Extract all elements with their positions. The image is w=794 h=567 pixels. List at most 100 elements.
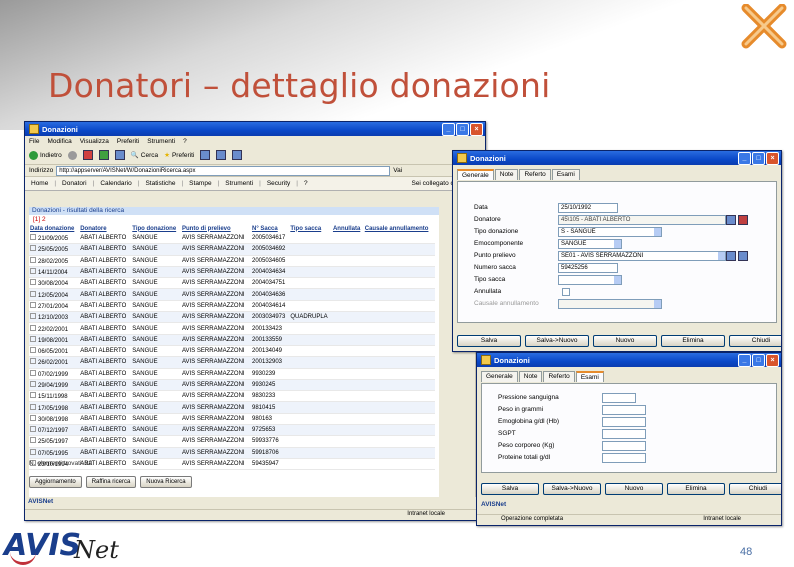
close-button[interactable]: × xyxy=(470,123,483,136)
sgpt-field[interactable] xyxy=(602,429,646,439)
close-button[interactable]: × xyxy=(766,354,779,367)
favorites-button[interactable]: ★ Preferiti xyxy=(164,151,194,160)
punto-prelievo-select[interactable]: SE01 - AVIS SERRAMAZZONI xyxy=(558,251,726,261)
maximize-button[interactable]: □ xyxy=(752,152,765,165)
open-donor-icon[interactable] xyxy=(726,215,736,225)
tab-note[interactable]: Note xyxy=(518,371,543,382)
table-row[interactable]: 12/10/2003 ABATI ALBERTO SANGUE AVIS SERRAM… xyxy=(29,311,435,324)
table-row[interactable]: 12/05/2004 ABATI ALBERTO SANGUE AVIS SERRAM… xyxy=(29,288,435,301)
menu-preferiti[interactable]: Preferiti xyxy=(117,138,139,145)
salva-button[interactable]: Salva xyxy=(457,335,521,347)
col-donatore[interactable]: Donatore xyxy=(79,224,131,233)
tab-referto[interactable]: Referto xyxy=(519,169,551,180)
aggiornamento-button[interactable]: Aggiornamento xyxy=(29,476,82,488)
row-select-icon[interactable] xyxy=(30,448,36,455)
back-button[interactable]: Indietro xyxy=(29,150,62,160)
menu-visualizza[interactable]: Visualizza xyxy=(80,138,109,145)
maximize-button[interactable]: □ xyxy=(752,354,765,367)
row-select-icon[interactable] xyxy=(30,313,36,320)
minimize-button[interactable]: _ xyxy=(442,123,455,136)
menu-modifica[interactable]: Modifica xyxy=(47,138,71,145)
row-select-icon[interactable] xyxy=(30,392,36,399)
table-row[interactable]: 30/08/2004 ABATI ALBERTO SANGUE AVIS SERRAM… xyxy=(29,277,435,290)
col-annullata[interactable]: Annullata xyxy=(332,224,364,233)
maximize-button[interactable]: □ xyxy=(456,123,469,136)
table-row[interactable]: 29/04/1999 ABATI ALBERTO SANGUE AVIS SERRAM… xyxy=(29,379,435,392)
menu-file[interactable]: File xyxy=(29,138,39,145)
row-select-icon[interactable] xyxy=(30,245,36,252)
row-select-icon[interactable] xyxy=(30,279,36,286)
peso-grammi-field[interactable] xyxy=(602,405,646,415)
salva-nuovo-button[interactable]: Salva->Nuovo xyxy=(525,335,589,347)
salva-nuovo-button[interactable]: Salva->Nuovo xyxy=(543,483,601,495)
history-icon[interactable] xyxy=(200,150,211,160)
nav-statistiche[interactable]: Statistiche xyxy=(145,180,175,187)
row-select-icon[interactable] xyxy=(30,381,36,387)
nav-calendario[interactable]: Calendario xyxy=(100,180,131,187)
table-row[interactable]: 07/12/1997 ABATI ALBERTO SANGUE AVIS SERRAM… xyxy=(29,424,435,437)
col-sacca[interactable]: N° Sacca xyxy=(251,224,289,233)
pdf-icon[interactable] xyxy=(738,215,748,225)
chiudi-button[interactable]: Chiudi xyxy=(729,335,781,347)
forward-button[interactable] xyxy=(67,150,77,160)
tab-generale[interactable]: Generale xyxy=(457,169,494,180)
row-select-icon[interactable] xyxy=(30,324,36,331)
raffina-ricerca-button[interactable]: Raffina ricerca xyxy=(85,476,137,488)
row-select-icon[interactable] xyxy=(30,335,36,342)
nav-home[interactable]: Home xyxy=(31,180,48,187)
stop-icon[interactable] xyxy=(82,150,93,160)
row-select-icon[interactable] xyxy=(30,301,36,308)
minimize-button[interactable]: _ xyxy=(738,354,751,367)
search-button[interactable]: 🔍 Cerca xyxy=(131,151,158,160)
row-select-icon[interactable] xyxy=(30,414,36,421)
menu-strumenti[interactable]: Strumenti xyxy=(147,138,175,145)
print-icon[interactable] xyxy=(232,150,243,160)
chiudi-button[interactable]: Chiudi xyxy=(729,483,781,495)
mail-icon[interactable] xyxy=(216,150,227,160)
table-row[interactable]: 17/05/1998 ABATI ALBERTO SANGUE AVIS SERRAM… xyxy=(29,401,435,414)
address-input[interactable]: http://appserver/AVISNet/W/DonazioniRice… xyxy=(56,165,391,176)
nuovo-button[interactable]: Nuovo xyxy=(593,335,657,347)
elimina-button[interactable]: Elimina xyxy=(667,483,725,495)
lookup-icon[interactable] xyxy=(726,251,736,261)
go-button[interactable]: Vai xyxy=(393,167,402,174)
tab-esami[interactable]: Esami xyxy=(551,169,580,180)
tab-generale[interactable]: Generale xyxy=(481,371,518,382)
data-field[interactable]: 25/10/1992 xyxy=(558,203,618,213)
table-row[interactable]: 28/02/2005 ABATI ALBERTO SANGUE AVIS SERRAM… xyxy=(29,255,435,267)
salva-button[interactable]: Salva xyxy=(481,483,539,495)
tipo-donazione-select[interactable]: S - SANGUE xyxy=(558,227,662,237)
table-row[interactable]: 30/08/1998 ABATI ALBERTO SANGUE AVIS SERRAM… xyxy=(29,413,435,426)
proteine-field[interactable] xyxy=(602,453,646,463)
col-punto-prelievo[interactable]: Punto di prelievo xyxy=(181,224,251,233)
row-select-icon[interactable] xyxy=(30,268,36,275)
table-row[interactable]: 22/02/2001 ABATI ALBERTO SANGUE AVIS SERRAM… xyxy=(29,322,435,335)
col-tipo-sacca[interactable]: Tipo sacca xyxy=(289,224,332,233)
row-select-icon[interactable] xyxy=(30,234,36,241)
numero-sacca-field[interactable]: 59425256 xyxy=(558,263,618,273)
tab-referto[interactable]: Referto xyxy=(543,371,575,382)
donatore-field[interactable]: 45\105 - ABATI ALBERTO xyxy=(558,215,726,225)
elimina-button[interactable]: Elimina xyxy=(661,335,725,347)
refresh-icon[interactable] xyxy=(98,150,109,160)
table-row[interactable]: 21/09/2005 ABATI ALBERTO SANGUE AVIS SERRAM… xyxy=(29,233,435,245)
row-select-icon[interactable] xyxy=(30,369,36,376)
nav-security[interactable]: Security xyxy=(267,180,290,187)
emoglobina-field[interactable] xyxy=(602,417,646,427)
table-row[interactable]: 25/05/2005 ABATI ALBERTO SANGUE AVIS SERRAM… xyxy=(29,243,435,256)
table-row[interactable]: 07/02/1999 ABATI ALBERTO SANGUE AVIS SERRAM… xyxy=(29,368,435,380)
emocomponente-select[interactable]: SANGUE xyxy=(558,239,622,249)
row-select-icon[interactable] xyxy=(30,403,36,410)
table-row[interactable]: 15/11/1998 ABATI ALBERTO SANGUE AVIS SERRAM… xyxy=(29,390,435,403)
nav-strumenti[interactable]: Strumenti xyxy=(225,180,253,187)
row-select-icon[interactable] xyxy=(30,290,36,297)
table-row[interactable]: 26/02/2001 ABATI ALBERTO SANGUE AVIS SERRAM… xyxy=(29,356,435,369)
edit-icon[interactable] xyxy=(738,251,748,261)
table-row[interactable]: 07/05/1995 ABATI ALBERTO SANGUE AVIS SERRAM… xyxy=(29,447,435,459)
menu-help[interactable]: ? xyxy=(183,138,187,145)
col-data[interactable]: Data donazione xyxy=(29,224,79,233)
col-tipo-donazione[interactable]: Tipo donazione xyxy=(131,224,181,233)
annullata-checkbox[interactable] xyxy=(562,288,570,296)
nuova-ricerca-button[interactable]: Nuova Ricerca xyxy=(140,476,192,488)
home-icon[interactable] xyxy=(114,150,125,160)
